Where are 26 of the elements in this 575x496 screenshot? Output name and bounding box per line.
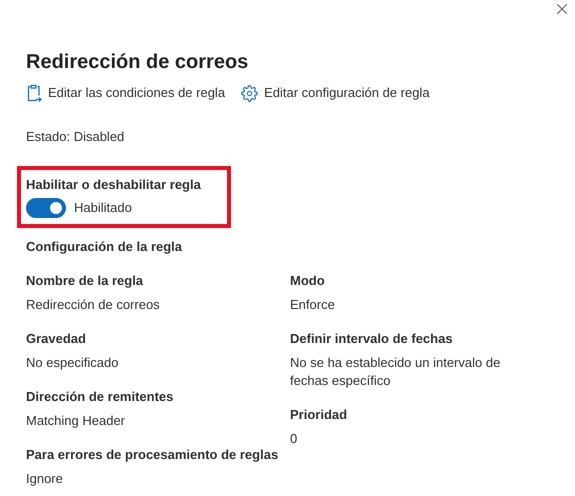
field-label: Dirección de remitentes [26, 388, 174, 406]
field-value: Matching Header [26, 412, 126, 430]
toggle-state-text: Habilitado [74, 199, 132, 217]
field-label: Gravedad [26, 330, 87, 348]
field-value: No se ha establecido un intervalo de fechas específico [290, 354, 502, 390]
close-button[interactable] [555, 2, 569, 16]
field-label: Modo [290, 272, 326, 290]
field-value: Ignore [26, 470, 64, 488]
close-icon [557, 4, 567, 14]
panel-title: Redirección de correos [26, 50, 250, 75]
toggle-label: Habilitar o deshabilitar regla [26, 176, 202, 194]
section-heading: Configuración de la regla [26, 238, 184, 256]
status-text: Estado: Disabled [26, 128, 126, 146]
clipboard-icon [26, 84, 42, 102]
field-value: Enforce [290, 296, 336, 314]
toggle-switch[interactable] [26, 198, 66, 218]
action-link[interactable]: Editar configuración de regla [241, 84, 430, 102]
settings-icon [241, 84, 258, 102]
field-label: Definir intervalo de fechas [290, 330, 454, 348]
field-label: Para errores de procesamiento de reglas [26, 446, 280, 464]
field-value: Redirección de correos [26, 296, 161, 314]
field-label: Nombre de la regla [26, 272, 144, 290]
field-value: 0 [290, 430, 298, 448]
field-value: No especificado [26, 354, 120, 372]
action-link[interactable]: Editar las condiciones de regla [26, 84, 226, 102]
field-label: Prioridad [290, 406, 348, 424]
